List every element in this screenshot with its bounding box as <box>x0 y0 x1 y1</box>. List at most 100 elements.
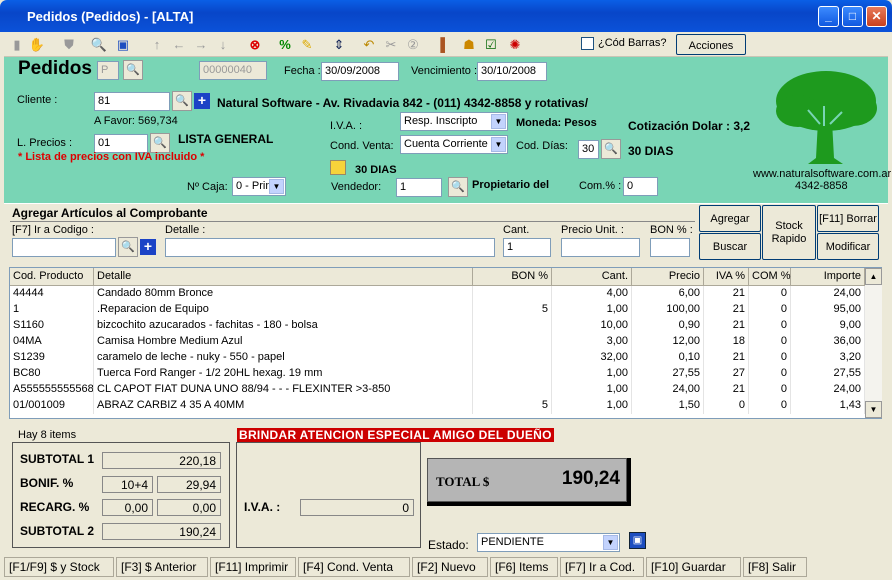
person-icon[interactable]: ☗ <box>460 36 478 54</box>
fkey-button[interactable]: [F3] $ Anterior <box>116 557 208 577</box>
fkey-button[interactable]: [F1/F9] $ y Stock <box>4 557 114 577</box>
fkey-button[interactable]: [F8] Salir <box>743 557 807 577</box>
checklist-icon[interactable]: ☑ <box>482 36 500 54</box>
numero-field[interactable]: 00000040 <box>199 61 267 80</box>
precio-label: Precio Unit. : <box>561 224 624 236</box>
fkey-button[interactable]: [F6] Items <box>490 557 558 577</box>
buscar-button[interactable]: Buscar <box>699 233 761 260</box>
modificar-button[interactable]: Modificar <box>817 233 879 260</box>
bon-input[interactable] <box>650 238 690 257</box>
expand-icon[interactable]: ⇕ <box>330 36 348 54</box>
arrow-left-icon[interactable]: ← <box>170 36 188 54</box>
hand-icon[interactable]: ✋ <box>28 36 46 54</box>
moneda: Moneda: Pesos <box>516 117 597 129</box>
tipo-search-icon[interactable]: 🔍 <box>123 60 143 80</box>
fkey-button[interactable]: [F7] Ir a Cod. <box>560 557 644 577</box>
cod-dias-search-icon[interactable]: 🔍 <box>601 139 621 159</box>
table-row[interactable]: 1 .Reparacion de Equipo 5 1,00 100,00 21 0 95,0… <box>10 302 865 318</box>
cant-label: Cant. <box>503 224 530 236</box>
codigo-input[interactable] <box>12 238 116 257</box>
cancel-icon[interactable]: ⊗ <box>246 36 264 54</box>
table-row[interactable]: 04MA Camisa Hombre Medium Azul 3,00 12,00 18… <box>10 334 865 350</box>
fkey-button[interactable]: [F4] Cond. Venta <box>298 557 410 577</box>
vendedor-search-icon[interactable]: 🔍 <box>448 177 468 197</box>
col-header-iva[interactable]: IVA % <box>704 268 749 286</box>
col-header-com[interactable]: COM % <box>749 268 791 286</box>
search-icon[interactable]: 🔍 <box>90 36 108 54</box>
fecha-field[interactable]: 30/09/2008 <box>321 62 399 81</box>
maximize-button[interactable]: □ <box>842 6 863 27</box>
cliente-add-icon[interactable]: + <box>194 93 210 109</box>
save-estado-icon[interactable]: ▣ <box>629 532 646 549</box>
arrow-right-icon[interactable]: → <box>192 36 210 54</box>
caja-select[interactable]: 0 - Prin ▼ <box>232 177 286 196</box>
cell-bon <box>473 350 552 366</box>
table-scrollbar[interactable]: ▲ ▼ <box>865 268 882 418</box>
table-row[interactable]: A555555555568 CL CAPOT FIAT DUNA UNO 88/9… <box>10 382 865 398</box>
lifebuoy-icon[interactable]: ✺ <box>506 36 524 54</box>
cond-venta-select[interactable]: Cuenta Corriente ▼ <box>400 135 508 154</box>
close-button[interactable]: ✕ <box>866 6 887 27</box>
edit-icon[interactable]: ✎ <box>298 36 316 54</box>
arrow-down-icon[interactable]: ↓ <box>214 36 232 54</box>
table-row[interactable]: 44444 Candado 80mm Bronce 4,00 6,00 21 0 24,00 <box>10 286 865 302</box>
codigo-add-icon[interactable]: + <box>140 239 156 255</box>
undo-icon[interactable]: ↶ <box>360 36 378 54</box>
stock-rapido-button[interactable]: Stock Rapido <box>762 205 816 260</box>
col-header-bon[interactable]: BON % <box>473 268 552 286</box>
table-row[interactable]: 01/001009 ABRAZ CARBIZ 4 35 A 40MM 5 1,00 1,… <box>10 398 865 414</box>
scroll-up-icon[interactable]: ▲ <box>865 268 882 285</box>
recarg-label: RECARG. % <box>20 500 90 514</box>
vendedor-field[interactable]: 1 <box>396 178 442 197</box>
com-field[interactable]: 0 <box>623 177 658 196</box>
cliente-field[interactable]: 81 <box>94 92 170 111</box>
table-row[interactable]: S1239 caramelo de leche - nuky - 550 - pa… <box>10 350 865 366</box>
fkey-button[interactable]: [F11] Imprimir <box>210 557 296 577</box>
arrow-up-icon[interactable]: ↑ <box>148 36 166 54</box>
col-header-cant[interactable]: Cant. <box>552 268 632 286</box>
cell-detalle: caramelo de leche - nuky - 550 - papel <box>94 350 473 366</box>
cliente-search-icon[interactable]: 🔍 <box>172 91 192 111</box>
save-icon[interactable]: ▣ <box>114 36 132 54</box>
bonif-pct[interactable]: 10+4 <box>102 476 153 493</box>
scroll-down-icon[interactable]: ▼ <box>865 401 882 418</box>
vencimiento-field[interactable]: 30/10/2008 <box>477 62 547 81</box>
precio-input[interactable] <box>561 238 640 257</box>
table-row[interactable]: S1160 bizcochito azucarados - fachitas - … <box>10 318 865 334</box>
estado-select[interactable]: PENDIENTE ▼ <box>477 533 620 552</box>
door-icon[interactable]: ▌ <box>436 36 454 54</box>
new-doc-icon[interactable]: ▮ <box>8 36 26 54</box>
table-row[interactable]: BC80 Tuerca Ford Ranger - 1/2 20HL hexag.… <box>10 366 865 382</box>
borrar-button[interactable]: [F11] Borrar <box>817 205 879 232</box>
fkey-button[interactable]: [F2] Nuevo <box>412 557 488 577</box>
iva-select[interactable]: Resp. Inscripto ▼ <box>400 112 508 131</box>
col-header-precio[interactable]: Precio <box>632 268 704 286</box>
checkbox-icon[interactable] <box>330 160 346 175</box>
minimize-button[interactable]: _ <box>818 6 839 27</box>
detalle-input[interactable] <box>165 238 495 257</box>
cant-input[interactable]: 1 <box>503 238 551 257</box>
iva-value: Resp. Inscripto <box>404 115 478 127</box>
col-header-cod[interactable]: Cod. Producto <box>10 268 94 286</box>
col-header-importe[interactable]: Importe <box>791 268 865 286</box>
recarg-pct[interactable]: 0,00 <box>102 499 153 516</box>
help-icon[interactable]: ② <box>404 36 422 54</box>
shield-icon[interactable]: ⛊ <box>60 36 78 54</box>
tipo-field[interactable]: P <box>97 61 119 80</box>
fkey-button[interactable]: [F10] Guardar <box>646 557 741 577</box>
acciones-button[interactable]: Acciones <box>676 34 746 55</box>
lprecios-search-icon[interactable]: 🔍 <box>150 133 170 153</box>
detalle-label: Detalle : <box>165 224 206 236</box>
chevron-down-icon: ▼ <box>491 114 506 129</box>
cell-iva: 21 <box>704 318 749 334</box>
col-header-detalle[interactable]: Detalle <box>94 268 473 286</box>
bon-label: BON % : <box>650 224 693 236</box>
cut-icon[interactable]: ✂ <box>382 36 400 54</box>
title-bar: Pedidos (Pedidos) - [ALTA] _ □ ✕ <box>0 0 892 32</box>
cod-dias-field[interactable]: 30 <box>578 140 599 159</box>
cell-cant: 1,00 <box>552 302 632 318</box>
codigo-search-icon[interactable]: 🔍 <box>118 237 138 257</box>
agregar-button[interactable]: Agregar <box>699 205 761 232</box>
percent-icon[interactable]: % <box>276 36 294 54</box>
cod-barras-checkbox[interactable] <box>581 37 594 50</box>
